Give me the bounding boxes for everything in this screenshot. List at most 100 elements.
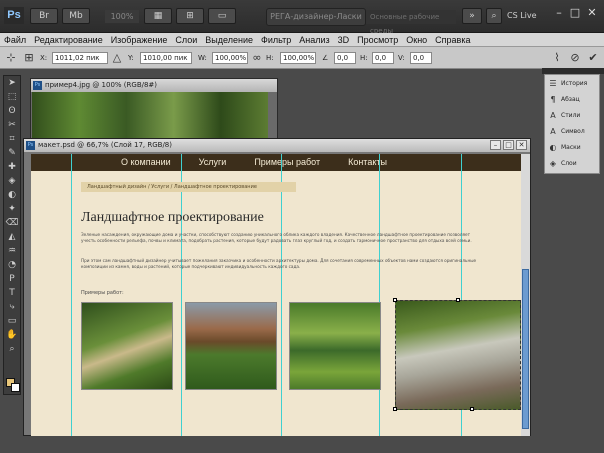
panel-character[interactable]: A Символ [545, 123, 599, 139]
mini-bridge-button[interactable]: Mb [62, 8, 90, 24]
relative-position-icon[interactable]: △ [110, 51, 124, 65]
link-icon[interactable]: ∞ [250, 51, 264, 65]
menu-window[interactable]: Окно [402, 33, 431, 46]
nav-services[interactable]: Услуги [199, 154, 227, 171]
panel-masks[interactable]: ◐ Маски [545, 139, 599, 155]
character-icon: A [550, 126, 556, 136]
cs-live-menu[interactable]: CS Live [507, 6, 547, 26]
path-select-icon[interactable]: ⤷ [4, 300, 20, 314]
main-document-window[interactable]: Ps макет.psd @ 66,7% (Слой 17, RGB/8) – … [23, 138, 531, 436]
zoom-tool-icon[interactable]: ⌕ [4, 342, 20, 356]
document-minimize-button[interactable]: – [490, 140, 501, 150]
chevron-right-icon: » [469, 11, 475, 21]
zoom-level[interactable]: 100% [105, 10, 139, 23]
extensions-button[interactable]: » [462, 8, 482, 24]
menu-analysis[interactable]: Анализ [295, 33, 333, 46]
panel-label: Стили [561, 111, 581, 119]
h-skew-field[interactable]: 0,0 [372, 52, 394, 64]
width-scale-field[interactable]: 100,00% [212, 52, 248, 64]
slice-tool-icon[interactable]: ⌗ [4, 132, 20, 146]
document-canvas[interactable]: О компании Услуги Примеры работ Контакты… [31, 154, 521, 436]
panel-paragraph[interactable]: ¶ Абзац [545, 91, 599, 107]
example-photo-1 [81, 302, 173, 390]
background-document-window[interactable]: Ps пример4.jpg @ 100% (RGB/8#) [30, 78, 278, 140]
history-brush-icon[interactable]: ◐ [4, 188, 20, 202]
eraser-tool-icon[interactable]: ⌫ [4, 216, 20, 230]
screen-mode-button[interactable]: ▭ [208, 8, 236, 24]
x-position-field[interactable]: 1011,02 пик [52, 52, 108, 64]
guide-line[interactable] [71, 154, 72, 436]
view-extras-button[interactable]: ▦ [144, 8, 172, 24]
transform-handle[interactable] [393, 298, 397, 302]
examples-label: Примеры работ: [81, 290, 124, 296]
shape-tool-icon[interactable]: ▭ [4, 314, 20, 328]
guide-line[interactable] [181, 154, 182, 436]
nav-portfolio[interactable]: Примеры работ [254, 154, 320, 171]
menu-help[interactable]: Справка [431, 33, 474, 46]
close-window-button[interactable]: ✕ [585, 6, 599, 20]
document-title: пример4.jpg @ 100% (RGB/8#) [45, 81, 158, 89]
stamp-tool-icon[interactable]: ◈ [4, 174, 20, 188]
height-scale-field[interactable]: 100,00% [280, 52, 316, 64]
type-tool-icon[interactable]: T [4, 286, 20, 300]
crop-tool-icon[interactable]: ✂ [4, 118, 20, 132]
y-position-field[interactable]: 1010,00 пик [140, 52, 192, 64]
dodge-tool-icon[interactable]: ◔ [4, 258, 20, 272]
panel-layers[interactable]: ◈ Слои [545, 155, 599, 171]
marquee-tool-icon[interactable]: ⬚ [4, 90, 20, 104]
guide-line[interactable] [379, 154, 380, 436]
nav-contacts[interactable]: Контакты [348, 154, 387, 171]
selected-photo-layer[interactable] [395, 300, 521, 410]
reference-point-icon[interactable]: ⊞ [22, 51, 36, 65]
panel-label: Символ [561, 127, 585, 135]
v-skew-label: V: [398, 54, 405, 62]
cancel-transform-icon[interactable]: ⊘ [568, 51, 582, 65]
transform-handle[interactable] [456, 298, 460, 302]
panel-history[interactable]: ☰ История [545, 75, 599, 91]
menu-select[interactable]: Выделение [201, 33, 257, 46]
commit-transform-icon[interactable]: ✔ [586, 51, 600, 65]
bridge-button[interactable]: Br [30, 8, 58, 24]
menu-filter[interactable]: Фильтр [257, 33, 295, 46]
pen-tool-icon[interactable]: P [4, 272, 20, 286]
minimize-window-button[interactable]: – [552, 6, 566, 20]
example-photo-3 [289, 302, 381, 390]
background-color-swatch[interactable] [11, 383, 20, 392]
gradient-tool-icon[interactable]: ◭ [4, 230, 20, 244]
w-label: W: [198, 54, 207, 62]
panel-styles[interactable]: A Стили [545, 107, 599, 123]
document-maximize-button[interactable]: □ [503, 140, 514, 150]
menu-image[interactable]: Изображение [107, 33, 172, 46]
rotate-angle-field[interactable]: 0,0 [334, 52, 356, 64]
workspace-switcher[interactable]: РЕГА-дизайнер-Ласки [266, 8, 366, 26]
menu-file[interactable]: Файл [0, 33, 30, 46]
brush-tool-icon[interactable]: ✎ [4, 146, 20, 160]
move-tool-icon[interactable]: ➤ [4, 76, 20, 90]
menu-view[interactable]: Просмотр [353, 33, 402, 46]
lasso-tool-icon[interactable]: ʘ [4, 104, 20, 118]
vertical-scrollbar-thumb[interactable] [522, 269, 529, 429]
v-skew-field[interactable]: 0,0 [410, 52, 432, 64]
main-document-tab[interactable]: Ps макет.psd @ 66,7% (Слой 17, RGB/8) [24, 139, 530, 152]
guide-line[interactable] [281, 154, 282, 436]
blur-tool-icon[interactable]: ♒ [4, 244, 20, 258]
document-close-button[interactable]: ✕ [516, 140, 527, 150]
menu-3d[interactable]: 3D [334, 33, 354, 46]
styles-icon: A [550, 110, 556, 120]
background-document-tab[interactable]: Ps пример4.jpg @ 100% (RGB/8#) [31, 79, 277, 92]
transform-handle[interactable] [470, 407, 474, 411]
menu-edit[interactable]: Редактирование [30, 33, 107, 46]
workspace-search[interactable]: Основные рабочие среды [366, 10, 456, 35]
healing-tool-icon[interactable]: ✚ [4, 160, 20, 174]
y-label: Y: [128, 54, 134, 62]
transform-tool-icon[interactable]: ⊹ [4, 51, 18, 65]
maximize-window-button[interactable]: □ [568, 6, 582, 20]
nav-about[interactable]: О компании [121, 154, 171, 171]
warp-icon[interactable]: ⌇ [550, 51, 564, 65]
arrange-documents-button[interactable]: ⊞ [176, 8, 204, 24]
menu-layers[interactable]: Слои [171, 33, 201, 46]
transform-handle[interactable] [393, 407, 397, 411]
search-button[interactable]: ⌕ [486, 8, 502, 24]
hand-tool-icon[interactable]: ✋ [4, 328, 20, 342]
magic-wand-icon[interactable]: ✦ [4, 202, 20, 216]
